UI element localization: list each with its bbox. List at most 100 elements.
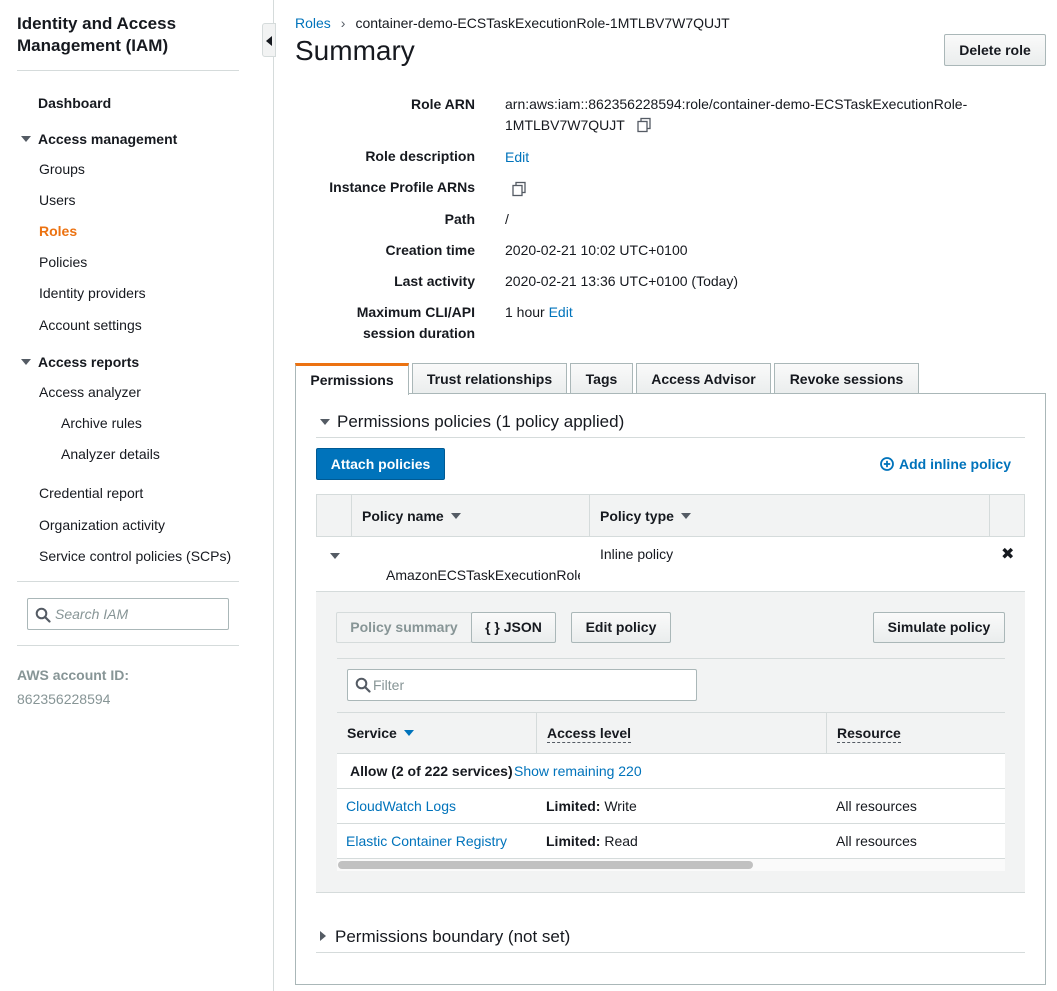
sidebar-item-analyzer-details[interactable]: Analyzer details [61,446,160,462]
collapse-sidebar-button[interactable] [262,23,276,57]
edit-policy-button[interactable]: Edit policy [571,612,671,643]
filter-input[interactable] [373,675,683,695]
policy-type-cell: Inline policy [600,546,674,562]
policy-summary-button[interactable]: Policy summary [336,612,472,643]
last-activity-value: 2020-02-21 13:36 UTC+0100 (Today) [505,273,739,289]
sort-down-icon [403,730,414,736]
access-level-value: Write [604,798,637,814]
access-level-prefix: Limited: [546,798,601,814]
show-remaining-link[interactable]: Show remaining 220 [514,763,642,779]
chevron-down-icon [21,136,31,142]
max-session-edit-link[interactable]: Edit [549,304,573,320]
add-inline-policy-link[interactable]: Add inline policy [880,456,1011,472]
chevron-down-icon [21,359,31,365]
column-header-label: Policy name [362,508,444,524]
column-header-label: Resource [837,725,901,743]
sidebar-item-scps[interactable]: Service control policies (SCPs) [39,548,231,564]
column-header-access-level[interactable]: Access level [537,712,827,754]
horizontal-scrollbar[interactable] [337,859,1005,871]
column-header-resource[interactable]: Resource [827,712,1005,754]
max-session-duration: 1 hour [505,304,545,320]
sidebar-item-policies[interactable]: Policies [39,254,87,270]
chevron-down-icon [320,419,330,425]
permissions-policies-title: Permissions policies (1 policy applied) [337,412,625,431]
policy-name-cell: AmazonECSTaskExecutionRole [386,567,580,583]
column-header-service[interactable]: Service [337,712,537,754]
sidebar-item-account-settings[interactable]: Account settings [39,317,142,333]
table-row: Elastic Container Registry Limited: Read… [337,824,1005,859]
copy-icon[interactable] [636,117,652,133]
sidebar-item-credential-report[interactable]: Credential report [39,485,143,501]
sidebar-item-groups[interactable]: Groups [39,161,85,177]
sidebar-item-archive-rules[interactable]: Archive rules [61,415,142,431]
sort-down-icon [680,513,691,519]
path-label: Path [444,211,475,227]
chevron-right-icon [320,931,326,941]
sidebar-title: Identity and Access Management (IAM) [17,14,177,55]
sidebar-item-dashboard[interactable]: Dashboard [38,95,111,111]
role-arn-value-line2: 1MTLBV7W7QUJT [505,117,625,133]
add-inline-policy-label: Add inline policy [899,456,1012,472]
role-arn-value: arn:aws:iam::862356228594:role/container… [505,96,968,112]
divider [17,70,239,71]
divider [17,581,239,582]
attach-policies-button[interactable]: Attach policies [316,448,445,480]
sidebar-item-users[interactable]: Users [39,192,76,208]
max-session-value: 1 hour Edit [505,304,573,320]
chevron-right-icon: › [340,15,346,31]
last-activity-label: Last activity [394,273,475,289]
column-header-label: Service [347,725,397,741]
divider [17,645,239,646]
column-header-label: Access level [547,725,632,743]
permissions-boundary-title: Permissions boundary (not set) [335,927,571,946]
resource-cell: All resources [836,798,917,814]
table-header-expand [316,494,352,537]
divider [316,952,1025,953]
filter-field [347,669,697,701]
instance-profile-label: Instance Profile ARNs [329,179,475,195]
sidebar-item-identity-providers[interactable]: Identity providers [39,285,146,301]
sidebar-section-access-reports[interactable]: Access reports [21,354,139,370]
access-level-cell: Limited: Write [546,798,637,814]
sidebar-section-label: Access management [38,131,178,147]
remove-policy-icon[interactable]: ✖ [1001,544,1014,564]
permissions-boundary-header[interactable]: Permissions boundary (not set) [320,927,570,947]
tab-access-advisor[interactable]: Access Advisor [636,363,771,394]
role-arn-label: Role ARN [410,96,475,112]
sidebar-item-roles[interactable]: Roles [39,223,77,239]
plus-circle-icon [880,457,894,471]
search-input[interactable] [55,603,225,625]
creation-time-label: Creation time [385,242,475,258]
sidebar-section-access-management[interactable]: Access management [21,131,177,147]
column-header-policy-name[interactable]: Policy name [352,494,590,537]
permissions-policies-header[interactable]: Permissions policies (1 policy applied) [320,412,624,432]
breadcrumb-current: container-demo-ECSTaskExecutionRole-1MTL… [355,15,730,31]
role-description-edit-link[interactable]: Edit [505,149,529,165]
service-link-ecr[interactable]: Elastic Container Registry [346,833,507,849]
sidebar: Identity and Access Management (IAM) Das… [0,0,274,991]
breadcrumb-roles-link[interactable]: Roles [295,15,331,31]
access-level-cell: Limited: Read [546,833,638,849]
tab-permissions[interactable]: Permissions [295,363,409,395]
delete-role-button[interactable]: Delete role [944,34,1046,66]
allow-summary-row: Allow (2 of 222 services) Show remaining… [337,754,1005,789]
tab-tags[interactable]: Tags [570,363,633,394]
page-title: Summary [295,35,415,66]
sidebar-item-organization-activity[interactable]: Organization activity [39,517,165,533]
creation-time-value: 2020-02-21 10:02 UTC+0100 [505,242,688,258]
sidebar-item-access-analyzer[interactable]: Access analyzer [39,384,141,400]
json-button[interactable]: { } JSON [471,612,556,643]
breadcrumb: Roles › container-demo-ECSTaskExecutionRol… [295,15,730,31]
resource-cell: All resources [836,833,917,849]
column-header-policy-type[interactable]: Policy type [590,494,990,537]
chevron-down-icon[interactable] [330,553,340,559]
tab-revoke-sessions[interactable]: Revoke sessions [774,363,919,394]
tab-trust-relationships[interactable]: Trust relationships [412,363,567,394]
role-description-label: Role description [365,148,475,164]
allow-summary-text: Allow (2 of 222 services) [350,763,513,779]
service-link-cloudwatch-logs[interactable]: CloudWatch Logs [346,798,456,814]
simulate-policy-button[interactable]: Simulate policy [873,612,1005,643]
copy-icon[interactable] [511,181,527,197]
scrollbar-thumb[interactable] [338,861,753,869]
sidebar-section-label: Access reports [38,354,140,370]
